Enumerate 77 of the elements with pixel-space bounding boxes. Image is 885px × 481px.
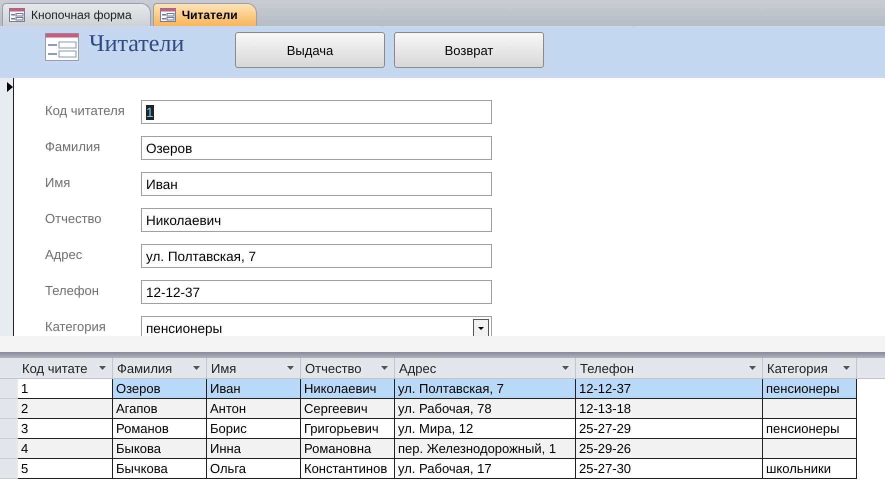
dropdown-icon[interactable] bbox=[473, 319, 489, 336]
input-field[interactable]: Иван bbox=[141, 172, 492, 196]
input-field[interactable]: 12-12-37 bbox=[141, 280, 492, 304]
field-label: Категория bbox=[45, 318, 107, 334]
table-cell: Ольга bbox=[207, 459, 301, 479]
table-cell: 12-12-37 bbox=[576, 379, 763, 399]
table-cell: ул. Мира, 12 bbox=[395, 419, 576, 439]
table-cell: Константинов bbox=[301, 459, 395, 479]
field-label: Телефон bbox=[45, 282, 100, 298]
table-cell: пенсионеры bbox=[763, 379, 857, 399]
column-header[interactable]: Адрес bbox=[395, 358, 576, 378]
row-selector[interactable] bbox=[0, 419, 18, 439]
table-cell: 3 bbox=[18, 419, 113, 439]
form-icon bbox=[45, 33, 79, 61]
table-cell: 2 bbox=[18, 399, 113, 419]
document-tab[interactable]: Читатели bbox=[152, 3, 257, 26]
table-cell: ул. Полтавская, 7 bbox=[395, 379, 576, 399]
table-cell: пер. Железнодорожный, 1 bbox=[395, 439, 576, 459]
column-header[interactable]: Категория bbox=[763, 358, 857, 378]
table-cell: Григорьевич bbox=[301, 419, 395, 439]
field-label: Фамилия bbox=[45, 138, 102, 154]
command-button[interactable]: Выдача bbox=[235, 32, 385, 68]
table-cell: 5 bbox=[18, 459, 113, 479]
caret-icon bbox=[562, 366, 569, 370]
table-cell: 25-27-29 bbox=[576, 419, 763, 439]
field-label: Имя bbox=[45, 174, 72, 190]
document-tab[interactable]: Кнопочная форма bbox=[2, 3, 151, 26]
table-cell: пенсионеры bbox=[763, 419, 857, 439]
table-cell: Борис bbox=[207, 419, 301, 439]
field-label: Код читателя bbox=[45, 102, 126, 118]
table-cell: 1 bbox=[18, 379, 113, 399]
input-field[interactable]: Озеров bbox=[141, 136, 492, 160]
form-title: Читатели bbox=[89, 31, 186, 58]
form-icon bbox=[160, 8, 176, 22]
caret-icon bbox=[381, 366, 388, 370]
table-cell: Романовна bbox=[301, 439, 395, 459]
table-cell: Быкова bbox=[113, 439, 207, 459]
caret-icon bbox=[843, 366, 850, 370]
column-header[interactable]: Имя bbox=[207, 358, 301, 378]
caret-icon bbox=[193, 366, 200, 370]
table-cell: ул. Рабочая, 78 bbox=[395, 399, 576, 419]
caret-icon bbox=[99, 366, 106, 370]
table-cell: ул. Рабочая, 17 bbox=[395, 459, 576, 479]
table-cell: 4 bbox=[18, 439, 113, 459]
current-record-icon bbox=[7, 82, 13, 92]
table-cell: Бычкова bbox=[113, 459, 207, 479]
row-selector[interactable] bbox=[0, 379, 18, 399]
row-selector[interactable] bbox=[0, 459, 18, 479]
table-cell: 25-27-30 bbox=[576, 459, 763, 479]
table-cell: школьники bbox=[763, 459, 857, 479]
table-cell: Озеров bbox=[113, 379, 207, 399]
table-cell: 12-13-18 bbox=[576, 399, 763, 419]
input-field[interactable]: 1 bbox=[141, 100, 492, 124]
table-cell: 25-29-26 bbox=[576, 439, 763, 459]
table-cell: Николаевич bbox=[301, 379, 395, 399]
row-selector[interactable] bbox=[0, 439, 18, 459]
table-cell: Инна bbox=[207, 439, 301, 459]
form-icon bbox=[9, 8, 25, 22]
caret-icon bbox=[287, 366, 294, 370]
row-selector[interactable] bbox=[0, 399, 18, 419]
command-button[interactable]: Возврат bbox=[394, 32, 544, 68]
input-field[interactable]: Николаевич bbox=[141, 208, 492, 232]
table-cell: Агапов bbox=[113, 399, 207, 419]
column-header[interactable]: Телефон bbox=[576, 358, 763, 378]
table-cell: Иван bbox=[207, 379, 301, 399]
column-header[interactable]: Отчество bbox=[301, 358, 395, 378]
column-header[interactable]: Фамилия bbox=[113, 358, 207, 378]
table-cell: Романов bbox=[113, 419, 207, 439]
input-field[interactable]: ул. Полтавская, 7 bbox=[141, 244, 492, 268]
field-label: Отчество bbox=[45, 210, 103, 226]
table-cell: Сергеевич bbox=[301, 399, 395, 419]
caret-icon bbox=[749, 366, 756, 370]
record-selector[interactable] bbox=[0, 78, 14, 336]
column-header[interactable]: Код читате bbox=[18, 358, 113, 378]
splitter-bar[interactable] bbox=[0, 352, 885, 358]
field-label: Адрес bbox=[45, 246, 84, 262]
table-cell: Антон bbox=[207, 399, 301, 419]
